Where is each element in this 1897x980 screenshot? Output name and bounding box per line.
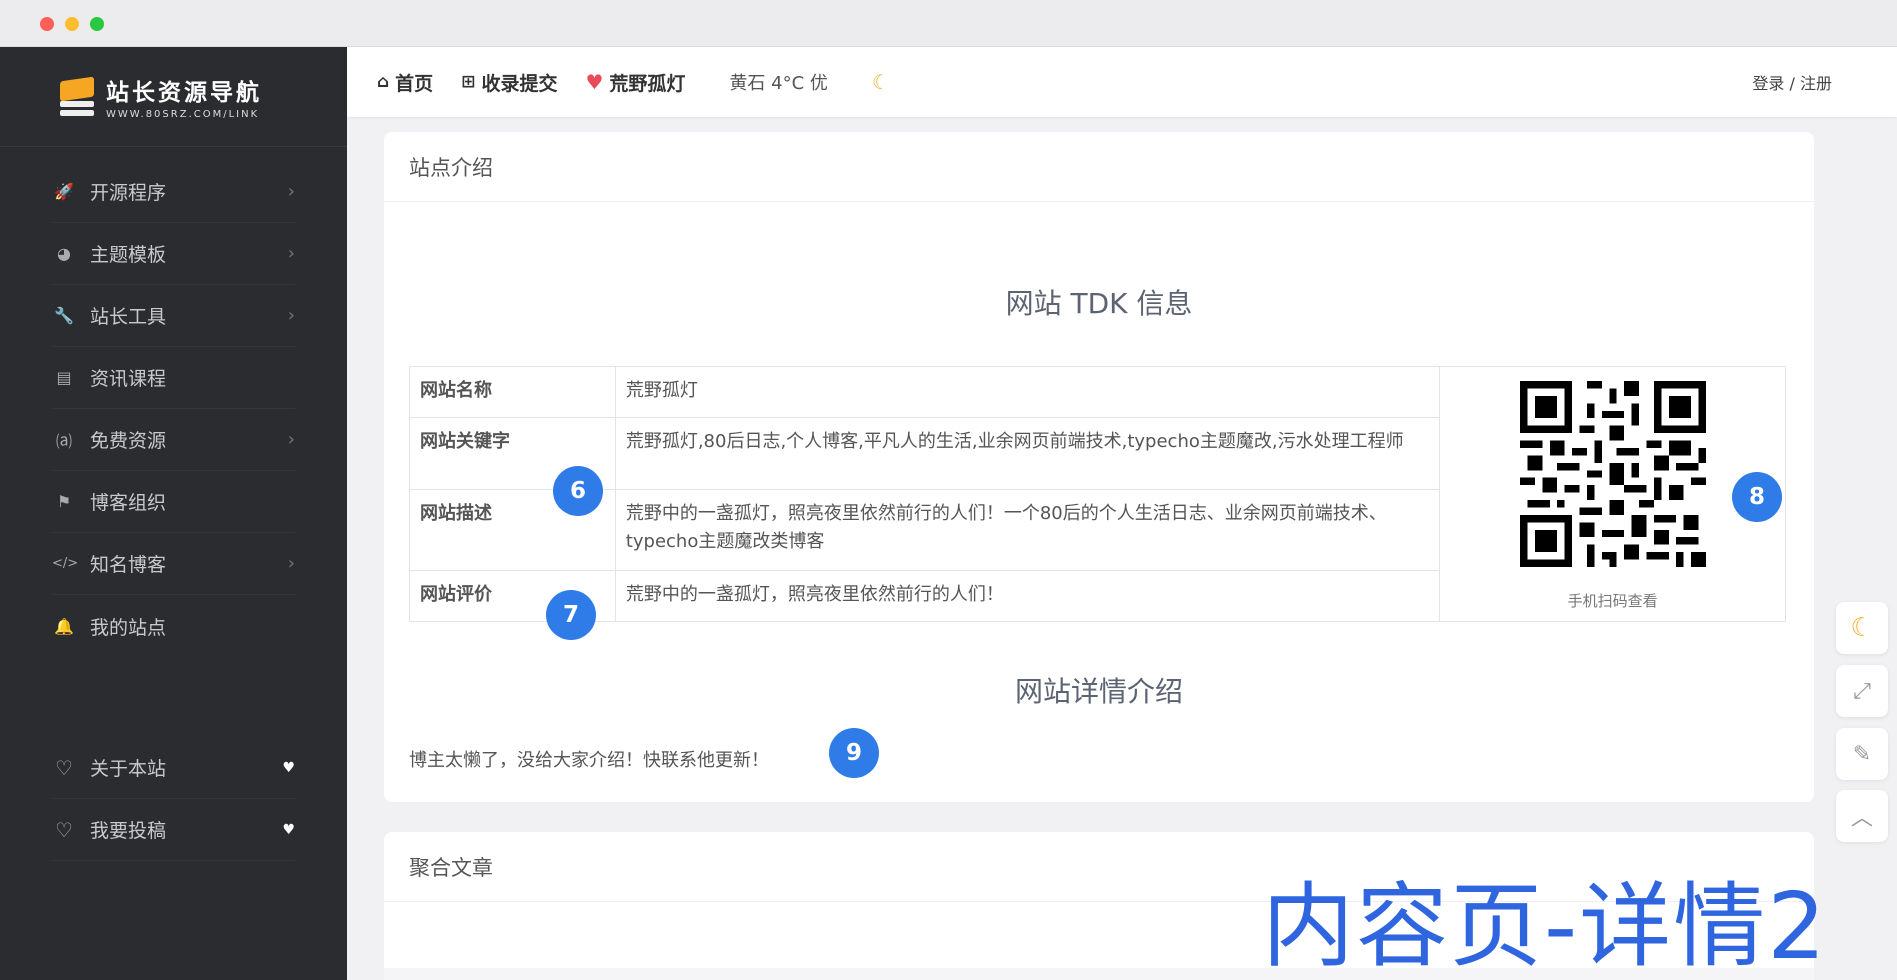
- top-navbar: ⌂ 首页 ⊞ 收录提交 ♥ 荒野孤灯 黄石 4°C 优 ☾ 登录 / 注册: [347, 47, 1897, 117]
- sidebar-item-free-resources[interactable]: ⒜ 免费资源 ›: [52, 409, 295, 471]
- table-key: 网站名称: [409, 365, 616, 419]
- window-titlebar: [0, 0, 1897, 47]
- nav-site-label: 荒野孤灯: [609, 72, 686, 95]
- moon-icon: ☾: [1850, 613, 1874, 643]
- annotation-badge: 9: [829, 728, 879, 778]
- weather-widget[interactable]: 黄石 4°C 优: [729, 69, 827, 95]
- table-value: 荒野中的一盏孤灯，照亮夜里依然前行的人们！: [614, 569, 1441, 623]
- palette-icon: ◕: [57, 244, 71, 263]
- sidebar-item-my-sites[interactable]: 🔔 我的站点: [52, 595, 295, 657]
- expand-icon: ⤢: [1853, 678, 1871, 704]
- close-window-button[interactable]: [40, 17, 54, 31]
- sidebar: 站长资源导航 WWW.80SRZ.COM/LINK 🚀 开源程序 › ◕ 主题模…: [0, 47, 347, 980]
- fire-icon: ⒜: [55, 431, 72, 451]
- login-register-link[interactable]: 登录 / 注册: [1752, 70, 1832, 94]
- heart-outline-icon: ♡: [55, 817, 73, 842]
- sidebar-item-contribute[interactable]: ♡ 我要投稿 ♥: [52, 799, 295, 861]
- logo-icon: [56, 75, 98, 119]
- chevron-right-icon: ›: [287, 429, 295, 450]
- moon-icon[interactable]: ☾: [872, 70, 890, 94]
- table-value: 荒野孤灯,80后日志,个人博客,平凡人的生活,业余网页前端技术,typecho主…: [614, 417, 1441, 490]
- heart-icon: ♥: [282, 759, 295, 776]
- sidebar-item-label: 站长工具: [90, 306, 167, 328]
- sidebar-item-label: 开源程序: [90, 182, 167, 204]
- chevron-right-icon: ›: [287, 553, 295, 574]
- tdk-table: 网站名称 荒野孤灯 手机扫码查看 网站关键字 荒野孤灯,80后日志,个人博客,平…: [409, 365, 1786, 623]
- home-icon: ⌂: [377, 72, 390, 92]
- chevron-up-icon: ︿: [1850, 806, 1873, 831]
- edit-button[interactable]: ✎: [1836, 728, 1888, 780]
- sidebar-item-label: 知名博客: [90, 554, 167, 576]
- maximize-window-button[interactable]: [90, 17, 104, 31]
- qr-code-icon: [1519, 381, 1706, 567]
- dark-mode-toggle[interactable]: ☾: [1836, 602, 1888, 654]
- bell-icon: 🔔: [54, 616, 74, 636]
- chevron-right-icon: ›: [287, 243, 295, 264]
- rocket-icon: 🚀: [54, 182, 74, 201]
- sidebar-item-label: 博客组织: [90, 492, 167, 514]
- sidebar-item-label: 免费资源: [90, 430, 167, 452]
- book-icon: ▤: [56, 368, 72, 387]
- sidebar-item-label: 我要投稿: [90, 820, 167, 842]
- sidebar-item-label: 关于本站: [90, 758, 167, 780]
- nav-home-link[interactable]: ⌂ 首页: [377, 69, 433, 96]
- annotation-badge: 8: [1732, 472, 1782, 522]
- logo-title: 站长资源导航: [106, 79, 262, 106]
- nav-home-label: 首页: [395, 72, 434, 95]
- sidebar-item-themes[interactable]: ◕ 主题模板 ›: [52, 223, 295, 285]
- nav-site-link[interactable]: ♥ 荒野孤灯: [585, 69, 685, 96]
- sidebar-menu: 🚀 开源程序 › ◕ 主题模板 › 🔧 站长工具 › ▤ 资讯课程 ⒜ 免费资源…: [0, 161, 347, 657]
- sidebar-bottom-menu: ♡ 关于本站 ♥ ♡ 我要投稿 ♥: [0, 737, 347, 861]
- plus-square-icon: ⊞: [461, 72, 476, 92]
- sidebar-item-tools[interactable]: 🔧 站长工具 ›: [52, 285, 295, 347]
- detail-title: 网站详情介绍: [1014, 675, 1183, 708]
- heart-outline-icon: ♡: [55, 755, 73, 780]
- table-value: 荒野孤灯: [614, 365, 1441, 419]
- chevron-right-icon: ›: [287, 181, 295, 202]
- annotation-badge: 7: [546, 590, 596, 640]
- sidebar-item-label: 我的站点: [90, 616, 167, 639]
- logo-subtitle: WWW.80SRZ.COM/LINK: [106, 109, 260, 120]
- flag-icon: ⚑: [56, 492, 72, 511]
- sidebar-item-blog-orgs[interactable]: ⚑ 博客组织: [52, 471, 295, 533]
- chevron-right-icon: ›: [287, 305, 295, 326]
- nav-submit-label: 收录提交: [481, 72, 558, 95]
- minimize-window-button[interactable]: [65, 17, 79, 31]
- detail-text: 博主太懒了，没给大家介绍！快联系他更新！: [409, 750, 769, 771]
- sidebar-item-label: 资讯课程: [90, 368, 167, 390]
- qr-caption: 手机扫码查看: [1567, 592, 1658, 610]
- annotation-badge: 6: [553, 466, 603, 516]
- fullscreen-button[interactable]: ⤢: [1836, 665, 1888, 717]
- sidebar-item-open-source[interactable]: 🚀 开源程序 ›: [52, 161, 295, 223]
- wrench-icon: 🔧: [54, 306, 74, 325]
- back-to-top-button[interactable]: ︿: [1836, 790, 1888, 842]
- sidebar-item-about[interactable]: ♡ 关于本站 ♥: [52, 737, 295, 799]
- table-value: 荒野中的一盏孤灯，照亮夜里依然前行的人们！一个80后的个人生活日志、业余网页前端…: [614, 488, 1441, 571]
- code-icon: </>: [52, 556, 79, 571]
- card-heading: 站点介绍: [384, 132, 1814, 202]
- site-logo[interactable]: 站长资源导航 WWW.80SRZ.COM/LINK: [0, 47, 347, 147]
- tdk-title: 网站 TDK 信息: [1005, 287, 1193, 320]
- sidebar-item-courses[interactable]: ▤ 资讯课程: [52, 347, 295, 409]
- pencil-icon: ✎: [1852, 741, 1872, 767]
- sidebar-item-famous-blogs[interactable]: </> 知名博客 ›: [52, 533, 295, 595]
- nav-submit-link[interactable]: ⊞ 收录提交: [461, 69, 557, 96]
- site-intro-card: 站点介绍 网站 TDK 信息 网站名称 荒野孤灯 手机扫码查看 网站关键字 荒野…: [384, 132, 1814, 802]
- heart-icon: ♥: [585, 70, 604, 94]
- table-row: 网站名称 荒野孤灯 手机扫码查看: [409, 365, 1786, 622]
- heart-icon: ♥: [282, 821, 295, 838]
- sidebar-item-label: 主题模板: [90, 244, 167, 266]
- watermark-caption: 内容页-详情2: [1262, 873, 1828, 980]
